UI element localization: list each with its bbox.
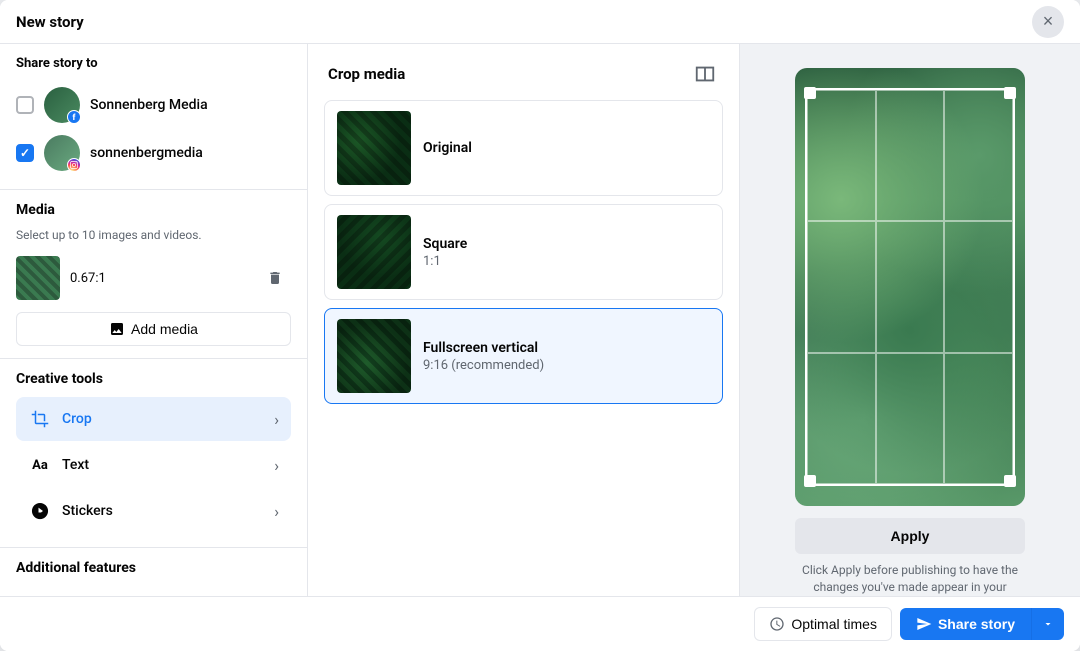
media-thumbnail xyxy=(16,256,60,300)
avatar-sonnenberg-media: f xyxy=(44,87,80,123)
media-section: Media Select up to 10 images and videos.… xyxy=(0,190,307,358)
apply-button[interactable]: Apply xyxy=(795,518,1025,554)
preview-container: Apply Click Apply before publishing to h… xyxy=(795,68,1025,596)
creative-tools-title: Creative tools xyxy=(16,371,291,387)
add-media-label: Add media xyxy=(131,321,198,337)
crop-overlay xyxy=(805,88,1015,486)
text-chevron: › xyxy=(274,456,279,475)
crop-thumb-square xyxy=(337,215,411,289)
apply-hint: Click Apply before publishing to have th… xyxy=(795,562,1025,596)
crop-chevron: › xyxy=(274,410,279,429)
account-item-facebook[interactable]: f Sonnenberg Media xyxy=(16,81,291,129)
additional-features-title: Additional features xyxy=(16,560,291,576)
creative-tools-section: Creative tools Crop › Aa Text › xyxy=(0,358,307,547)
crop-option-square-ratio: 1:1 xyxy=(423,254,467,269)
avatar-sonnenbergmedia xyxy=(44,135,80,171)
crop-grid xyxy=(807,90,1013,484)
share-to-label: Share story to xyxy=(16,56,291,71)
text-label: Text xyxy=(62,457,264,473)
crop-options-list: Original Square 1:1 xyxy=(308,100,739,412)
modal-footer: Optimal times Share story xyxy=(0,596,1080,651)
media-title: Media xyxy=(16,202,291,218)
share-story-group: Share story xyxy=(900,608,1064,640)
new-story-modal: New story × Share story to f Sonnenberg … xyxy=(0,0,1080,651)
share-story-label: Share story xyxy=(938,616,1015,632)
crop-option-fullscreen[interactable]: Fullscreen vertical 9:16 (recommended) xyxy=(324,308,723,404)
crop-icon xyxy=(28,407,52,431)
stickers-icon xyxy=(28,499,52,523)
optimal-times-label: Optimal times xyxy=(791,616,877,632)
close-button[interactable]: × xyxy=(1032,6,1064,38)
middle-panel: Crop media Original xyxy=(308,44,740,596)
tool-item-crop[interactable]: Crop › xyxy=(16,397,291,441)
modal-header: New story × xyxy=(0,0,1080,44)
delete-media-button[interactable] xyxy=(259,262,291,294)
crop-option-fullscreen-ratio: 9:16 (recommended) xyxy=(423,358,544,373)
crop-option-original-label: Original xyxy=(423,140,472,156)
optimal-times-button[interactable]: Optimal times xyxy=(754,607,892,641)
account-name-instagram: sonnenbergmedia xyxy=(90,145,203,161)
crop-option-fullscreen-label: Fullscreen vertical xyxy=(423,340,544,356)
stickers-chevron: › xyxy=(274,502,279,521)
right-panel: Apply Click Apply before publishing to h… xyxy=(740,44,1080,596)
preview-phone xyxy=(795,68,1025,506)
account-checkbox-instagram[interactable] xyxy=(16,144,34,162)
instagram-badge xyxy=(67,158,81,172)
crop-title: Crop media xyxy=(328,65,405,83)
share-story-button[interactable]: Share story xyxy=(900,608,1031,640)
crop-option-square-label: Square xyxy=(423,236,467,252)
media-item: 0.67:1 xyxy=(16,252,291,304)
add-media-button[interactable]: Add media xyxy=(16,312,291,346)
left-panel: Share story to f Sonnenberg Media xyxy=(0,44,308,596)
crop-option-square[interactable]: Square 1:1 xyxy=(324,204,723,300)
media-ratio: 0.67:1 xyxy=(70,271,249,286)
share-to-section: Share story to f Sonnenberg Media xyxy=(0,44,307,190)
crop-label: Crop xyxy=(62,411,264,427)
crop-handle-tl[interactable] xyxy=(804,87,816,99)
split-view-icon[interactable] xyxy=(691,60,719,88)
media-subtitle: Select up to 10 images and videos. xyxy=(16,228,291,242)
account-checkbox-facebook[interactable] xyxy=(16,96,34,114)
facebook-badge: f xyxy=(67,110,81,124)
crop-thumb-fullscreen xyxy=(337,319,411,393)
account-name-facebook: Sonnenberg Media xyxy=(90,97,208,113)
crop-handle-bl[interactable] xyxy=(804,475,816,487)
crop-option-original[interactable]: Original xyxy=(324,100,723,196)
additional-features-section: Additional features xyxy=(0,547,307,588)
tool-item-stickers[interactable]: Stickers › xyxy=(16,489,291,533)
crop-header: Crop media xyxy=(308,44,739,100)
modal-title: New story xyxy=(16,13,84,31)
stickers-label: Stickers xyxy=(62,503,264,519)
account-item-instagram[interactable]: sonnenbergmedia xyxy=(16,129,291,177)
crop-thumb-original xyxy=(337,111,411,185)
tool-item-text[interactable]: Aa Text › xyxy=(16,443,291,487)
crop-handle-br[interactable] xyxy=(1004,475,1016,487)
text-icon: Aa xyxy=(28,453,52,477)
share-story-dropdown-button[interactable] xyxy=(1031,608,1064,640)
crop-handle-tr[interactable] xyxy=(1004,87,1016,99)
modal-body: Share story to f Sonnenberg Media xyxy=(0,44,1080,596)
